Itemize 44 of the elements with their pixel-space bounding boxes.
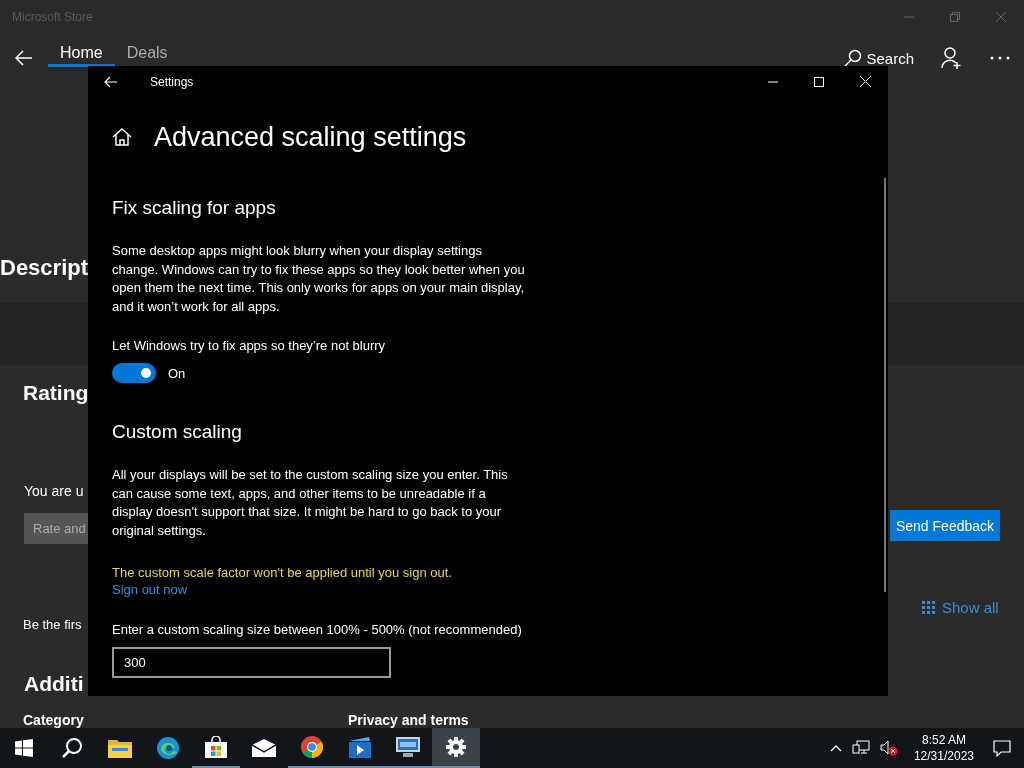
shopping-bag-icon xyxy=(205,736,227,758)
description-text: All your displays will be set to the custom scaling size you enter. This can cause some text, apps, and other items to be unreadable if a display doesn't support that size. It might be hard to go back to your original settings. xyxy=(112,466,509,540)
category-label: Category xyxy=(23,712,85,728)
toggle-label: Let Windows try to fix apps so they’re not blurry xyxy=(112,338,387,353)
show-all-link[interactable]: Show all xyxy=(922,599,1024,616)
scaling-input-field[interactable]: 300 xyxy=(112,647,391,678)
rating-prompt-text: You are u xyxy=(24,483,85,499)
browser-icon xyxy=(156,736,180,760)
computer-icon xyxy=(395,736,421,758)
network-icon[interactable] xyxy=(851,740,870,756)
section-heading: Custom scaling xyxy=(112,421,243,443)
muted-speaker-icon[interactable] xyxy=(879,740,898,756)
notification-icon[interactable] xyxy=(993,739,1011,757)
mail-icon xyxy=(252,739,276,757)
scrollbar[interactable] xyxy=(884,178,886,592)
grid-icon xyxy=(922,600,936,615)
sign-out-link[interactable]: Sign out now xyxy=(112,582,188,597)
section-heading: Descript xyxy=(0,255,88,281)
folder-icon xyxy=(108,738,132,758)
home-icon[interactable] xyxy=(112,128,132,146)
search-icon xyxy=(61,737,83,759)
chrome-icon xyxy=(300,735,324,759)
warning-text: The custom scale factor won't be applied until you sign out. xyxy=(112,565,453,580)
toggle-switch[interactable] xyxy=(112,363,156,383)
review-prompt-text: Be the firs xyxy=(23,617,83,632)
search-icon xyxy=(844,49,863,67)
search-button[interactable]: Search xyxy=(830,49,928,67)
section-heading: Fix scaling for apps xyxy=(112,197,277,219)
clock[interactable]: 8:52 AM 12/31/2023 xyxy=(907,732,980,764)
toggle-state-text: On xyxy=(168,365,186,381)
send-feedback-button[interactable]: Send Feedback xyxy=(890,510,1000,541)
taskbar-button[interactable] xyxy=(432,728,480,768)
page-title: Advanced scaling settings xyxy=(154,121,467,153)
field-label: Enter a custom scaling size between 100% - 500% (not recommended) xyxy=(112,622,523,637)
nav-tab[interactable]: Deals xyxy=(114,38,180,67)
rate-button[interactable]: Rate and xyxy=(24,513,88,544)
window-title: Settings xyxy=(149,74,195,89)
section-heading: Additi xyxy=(24,672,85,696)
film-play-icon xyxy=(348,736,372,758)
privacy-label: Privacy and terms xyxy=(348,712,469,728)
chevron-up-icon[interactable] xyxy=(829,744,842,752)
section-heading: Rating xyxy=(23,381,88,405)
windows-icon xyxy=(15,739,33,757)
description-text: Some desktop apps might look blurry when your display settings change. Windows can try to fix these apps so they look better when you open them the next time. This only works for apps on your main display, and it won’t work for all apps. xyxy=(112,242,526,316)
